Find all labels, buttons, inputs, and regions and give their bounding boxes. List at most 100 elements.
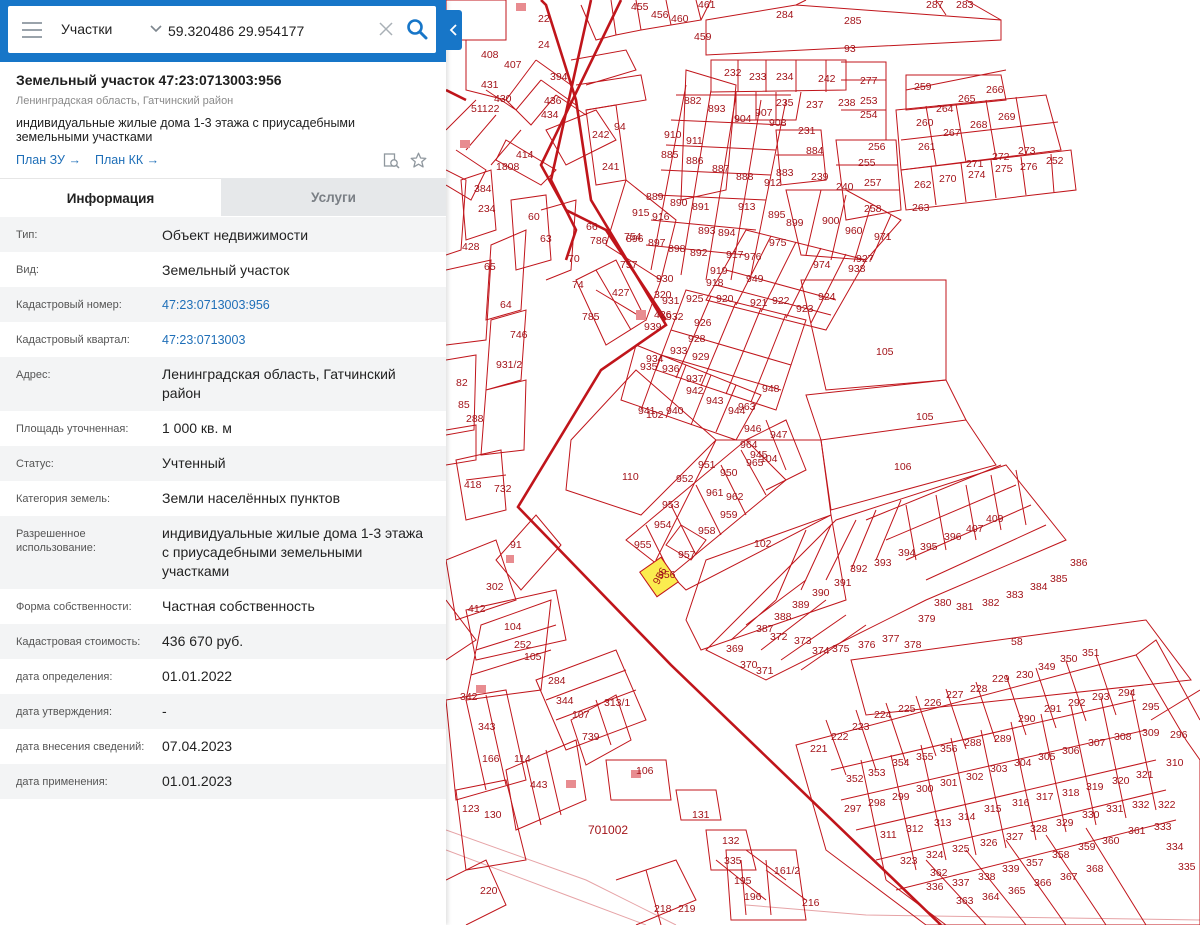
map-canvas[interactable]: 93284 285287 283455456 46046145922244084074… <box>446 0 1200 925</box>
parcel-number-label: 757 <box>620 259 638 271</box>
object-type-select[interactable]: Участки <box>61 6 112 53</box>
tab-information[interactable]: Информация <box>0 178 221 217</box>
parcel-number-label: 289 <box>994 733 1012 745</box>
parcel-number-label: 898 <box>668 243 686 255</box>
parcel-number-label: 234 <box>776 71 794 83</box>
parcel-number-label: 358 <box>1052 849 1070 861</box>
parcel-number-label: 890 <box>670 197 688 209</box>
cadastral-quarter-link[interactable]: 47:23:0713003 <box>162 331 432 350</box>
collapse-panel-button[interactable] <box>446 10 462 50</box>
row-area: Площадь уточненная: 1 000 кв. м <box>0 411 446 446</box>
parcel-number-label: 242 <box>818 73 836 85</box>
parcel-number-label: 242 <box>592 129 610 141</box>
parcel-number-label: 322 <box>1158 799 1176 811</box>
plot-group-n <box>710 59 1077 221</box>
parcel-number-label: 940 <box>666 405 684 417</box>
arrow-right-icon: → <box>68 153 81 167</box>
parcel-number-label: 313 <box>934 817 952 829</box>
parcel-number-label: 313/1 <box>604 697 630 709</box>
parcel-number-label: 284 <box>776 9 794 21</box>
parcel-number-label: 961 <box>706 487 724 499</box>
parcel-number-label: 334 <box>1166 841 1184 853</box>
row-value: 01.01.2022 <box>162 668 233 684</box>
parcel-number-label: 891 <box>692 201 710 213</box>
row-ownership: Форма собственности: Частная собственнос… <box>0 589 446 624</box>
tabs: Информация Услуги <box>0 178 446 217</box>
close-icon[interactable] <box>377 20 395 38</box>
arrow-right-icon: → <box>146 153 160 167</box>
parcel-number-label: 428 <box>462 241 480 253</box>
parcel-number-label: 887 <box>712 163 730 175</box>
parcel-number-label: 895 <box>768 209 786 221</box>
plan-kk-link[interactable]: План КК → <box>95 153 159 167</box>
search-input[interactable] <box>166 14 378 47</box>
parcel-number-label: 342 <box>460 691 478 703</box>
parcel-number-label: 390 <box>812 587 830 599</box>
parcel-number-label: 253 <box>860 95 878 107</box>
parcel-number-label: 935 <box>640 361 658 373</box>
parcel-number-label: 455 <box>631 1 649 13</box>
parcel-number-label: 931/2 <box>496 359 522 371</box>
parcel-number-label: 889 <box>646 191 664 203</box>
plan-zu-label: План ЗУ <box>16 153 65 167</box>
parcel-number-label: 948 <box>762 383 780 395</box>
parcel-number-label: 389 <box>792 599 810 611</box>
document-search-icon[interactable] <box>383 152 400 169</box>
parcel-number-label: 963 <box>738 401 756 413</box>
chevron-down-icon[interactable] <box>149 22 163 36</box>
parcel-number-label: 300 <box>916 783 934 795</box>
cadastral-map[interactable]: 93 284 285 287 283 455 456 460 461 459 22 24 408 407 4… <box>446 0 1200 925</box>
parcel-number-label: 928 <box>688 333 706 345</box>
row-value: Ленинградская область, Гатчинский район <box>162 366 396 401</box>
road-line <box>446 849 647 925</box>
parcel-number-label: 388 <box>774 611 792 623</box>
parcel-number-label: 459 <box>694 31 712 43</box>
parcel-number-label: 102 <box>646 409 664 421</box>
parcel-number-label: 926 <box>694 317 712 329</box>
parcel-number-label: 93 <box>844 43 856 55</box>
parcel-number-label: 917 <box>726 249 744 261</box>
parcel-number-label: 418 <box>464 479 482 491</box>
parcel-number-label: 283 <box>956 0 974 11</box>
parcel-number-label: 276 <box>1020 161 1038 173</box>
parcel-number-label: 393 <box>874 557 892 569</box>
row-application-date: дата применения: 01.01.2023 <box>0 764 446 799</box>
parcel-number-label: 352 <box>846 773 864 785</box>
parcel-number-label: 886 <box>686 155 704 167</box>
parcel-number-label: 409 <box>986 513 1004 525</box>
parcel-number-label: 436 <box>544 95 562 107</box>
road-line <box>446 829 677 925</box>
parcel-number-label: 937 <box>686 373 704 385</box>
parcel-number-label: 908 <box>769 117 787 129</box>
parcel-number-label: 131 <box>692 809 710 821</box>
search-icon[interactable] <box>406 18 428 40</box>
parcel-number-label: 161/2 <box>774 865 800 877</box>
parcel-number-label: 381 <box>956 601 974 613</box>
parcel-number-label: 899 <box>786 217 804 229</box>
parcel-number-label: 913 <box>738 201 756 213</box>
parcel-number-label: 235 <box>776 97 794 109</box>
parcel-number-label: 63 <box>540 233 552 245</box>
parcel-number-label: 443 <box>530 779 548 791</box>
parcel-number-label: 123 <box>462 803 480 815</box>
parcel-number-label: 958 <box>698 525 716 537</box>
parcel-number-label: 256 <box>868 141 886 153</box>
parcel-number-label: 884 <box>806 145 824 157</box>
cadastral-number-link[interactable]: 47:23:0713003:956 <box>162 296 432 315</box>
parcel-number-label: 918 <box>706 277 724 289</box>
tab-services[interactable]: Услуги <box>221 178 446 216</box>
parcel-number-label: 732 <box>494 483 512 495</box>
row-value: Частная собственность <box>162 598 315 614</box>
parcel-number-label: 1808 <box>496 161 520 173</box>
parcel-number-label: 955 <box>634 539 652 551</box>
star-icon[interactable] <box>410 152 427 169</box>
parcel-number-label: 939 <box>644 321 662 333</box>
parcel-number-label: 268 <box>970 119 988 131</box>
parcel-number-label: 239 <box>811 171 829 183</box>
menu-icon[interactable] <box>22 22 42 38</box>
parcel-number-label: 58 <box>1011 636 1023 648</box>
parcel-number-label: 924 <box>818 291 836 303</box>
parcel-number-label: 368 <box>1086 863 1104 875</box>
plan-zu-link[interactable]: План ЗУ → <box>16 153 81 167</box>
parcel-number-label: 94 <box>614 121 626 133</box>
